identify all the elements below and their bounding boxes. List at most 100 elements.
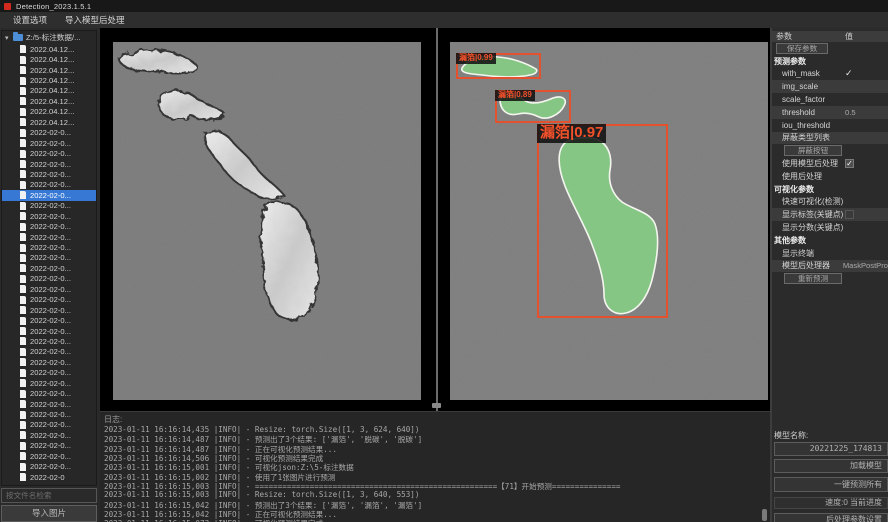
parameter-row[interactable]: 重新预测: [772, 272, 888, 285]
tree-item[interactable]: 2022-02-0...: [2, 242, 96, 252]
progress-status: 速度:0 当前进度: [774, 497, 888, 509]
load-model-button[interactable]: 加载模型: [774, 459, 888, 473]
parameter-row[interactable]: 使用后处理: [772, 170, 888, 183]
log-scrollbar[interactable]: [762, 509, 767, 521]
tree-item[interactable]: 2022.04.12...: [2, 96, 96, 106]
file-icon: [20, 254, 26, 262]
tree-item[interactable]: 2022-02-0...: [2, 305, 96, 315]
log-line: 2023-01-11 16:16:15,042 |INFO| - 正在可视化预测…: [104, 509, 770, 518]
tree-item[interactable]: 2022-02-0...: [2, 295, 96, 305]
file-tree[interactable]: ▾ Z:/5-标注数据/... 2022.04.12...2022.04.12.…: [1, 30, 97, 486]
tree-item[interactable]: 2022-02-0...: [2, 451, 96, 461]
checkbox-empty[interactable]: [845, 210, 854, 219]
import-image-button[interactable]: 导入图片: [1, 505, 97, 522]
tree-item-label: 2022.04.12...: [30, 55, 74, 64]
search-input[interactable]: [1, 488, 97, 503]
tree-item-label: 2022-02-0...: [30, 285, 71, 294]
tree-item[interactable]: 2022-02-0...: [2, 399, 96, 409]
tree-item[interactable]: 2022-02-0...: [2, 357, 96, 367]
tree-item[interactable]: 2022.04.12...: [2, 117, 96, 127]
menu-import-postprocess[interactable]: 导入模型后处理: [58, 12, 132, 28]
splitter-handle[interactable]: [432, 403, 441, 408]
chevron-down-icon[interactable]: ▾: [5, 34, 13, 42]
parameter-row[interactable]: with_mask✓: [772, 68, 888, 81]
prediction-image-panel[interactable]: 漏箔|0.99漏箔|0.89漏箔|0.97: [450, 42, 768, 400]
tree-item[interactable]: 2022-02-0...: [2, 211, 96, 221]
tree-item-label: 2022-02-0...: [30, 327, 71, 336]
tree-item[interactable]: 2022-02-0...: [2, 347, 96, 357]
parameter-row[interactable]: 保存参数: [772, 42, 888, 55]
parameter-row[interactable]: 显示分数(关键点): [772, 221, 888, 234]
tree-item[interactable]: 2022-02-0...: [2, 201, 96, 211]
parameter-row[interactable]: 快速可视化(检测): [772, 196, 888, 209]
param-label: scale_factor: [772, 95, 845, 104]
tree-item[interactable]: 2022-02-0...: [2, 253, 96, 263]
tree-item[interactable]: 2022-02-0...: [2, 169, 96, 179]
predict-all-button[interactable]: 一键预测所有: [774, 477, 888, 492]
file-icon: [20, 223, 26, 231]
tree-item[interactable]: 2022.04.12...: [2, 75, 96, 85]
tree-item-label: 2022-02-0...: [30, 191, 71, 200]
parameter-row[interactable]: iou_threshold: [772, 119, 888, 132]
tree-item[interactable]: 2022-02-0...: [2, 441, 96, 451]
tree-item[interactable]: 2022-02-0...: [2, 420, 96, 430]
tree-item-label: 2022-02-0...: [30, 441, 71, 450]
tree-item[interactable]: 2022.04.12...: [2, 54, 96, 64]
tree-item[interactable]: 2022-02-0...: [2, 336, 96, 346]
param-button[interactable]: 重新预测: [784, 273, 842, 284]
tree-item[interactable]: 2022-02-0...: [2, 378, 96, 388]
parameter-row[interactable]: scale_factor: [772, 93, 888, 106]
parameter-row[interactable]: 屏蔽类型列表: [772, 132, 888, 145]
tree-item[interactable]: 2022-02-0...: [2, 368, 96, 378]
tree-item-label: 2022-02-0...: [30, 358, 71, 367]
tree-item[interactable]: 2022-02-0...: [2, 462, 96, 472]
tree-item[interactable]: 2022-02-0...: [2, 221, 96, 231]
tree-root[interactable]: ▾ Z:/5-标注数据/...: [2, 31, 96, 44]
tree-item[interactable]: 2022-02-0...: [2, 128, 96, 138]
menu-settings[interactable]: 设置选项: [6, 12, 54, 28]
model-name-label: 模型名称:: [774, 430, 888, 441]
parameter-row[interactable]: 显示终端: [772, 247, 888, 260]
tree-item[interactable]: 2022-02-0...: [2, 284, 96, 294]
parameter-row[interactable]: 显示标签(关键点): [772, 208, 888, 221]
tree-item-label: 2022-02-0...: [30, 222, 71, 231]
tree-item[interactable]: 2022-02-0...: [2, 138, 96, 148]
title-bar: Detection_2023.1.5.1: [0, 0, 888, 12]
tree-item[interactable]: 2022.04.12...: [2, 44, 96, 54]
parameter-row[interactable]: 屏蔽按钮: [772, 144, 888, 157]
checkbox-checked[interactable]: ✓: [845, 159, 854, 168]
tree-item[interactable]: 2022-02-0...: [2, 263, 96, 273]
parameter-row[interactable]: img_scale: [772, 80, 888, 93]
postprocess-settings-button[interactable]: 后处理参数设置: [774, 513, 888, 522]
tree-item[interactable]: 2022-02-0...: [2, 148, 96, 158]
folder-icon: [13, 34, 23, 41]
tree-item[interactable]: 2022-02-0...: [2, 274, 96, 284]
parameter-row[interactable]: 使用模型后处理✓: [772, 157, 888, 170]
tree-item[interactable]: 2022-02-0...: [2, 326, 96, 336]
tree-item[interactable]: 2022-02-0...: [2, 430, 96, 440]
tree-item[interactable]: 2022-02-0...: [2, 232, 96, 242]
detection-label: 漏箔|0.99: [456, 53, 496, 64]
tree-item[interactable]: 2022-02-0...: [2, 190, 96, 200]
parameter-row[interactable]: 模型后处理器MaskPostPro: [772, 260, 888, 273]
tree-item[interactable]: 2022-02-0...: [2, 409, 96, 419]
file-icon: [20, 77, 26, 85]
tree-item[interactable]: 2022.04.12...: [2, 107, 96, 117]
tree-item[interactable]: 2022-02-0...: [2, 159, 96, 169]
tree-item[interactable]: 2022.04.12...: [2, 86, 96, 96]
panel-splitter[interactable]: [436, 28, 438, 411]
source-image-panel[interactable]: [113, 42, 421, 400]
tree-item-label: 2022.04.12...: [30, 118, 74, 127]
parameter-section: 预测参数: [772, 55, 888, 68]
param-label: 使用后处理: [772, 171, 845, 182]
parameter-row[interactable]: threshold0.5: [772, 106, 888, 119]
log-panel[interactable]: 日志: 2023-01-11 16:16:14,435 |INFO| - Res…: [100, 411, 770, 522]
tree-item-label: 2022-02-0...: [30, 389, 71, 398]
tree-item[interactable]: 2022-02-0...: [2, 180, 96, 190]
tree-item[interactable]: 2022-02-0...: [2, 388, 96, 398]
tree-item[interactable]: 2022.04.12...: [2, 65, 96, 75]
param-button[interactable]: 保存参数: [776, 43, 828, 54]
tree-item[interactable]: 2022-02-0...: [2, 315, 96, 325]
tree-item[interactable]: 2022-02-0: [2, 472, 96, 482]
param-button[interactable]: 屏蔽按钮: [784, 145, 842, 156]
